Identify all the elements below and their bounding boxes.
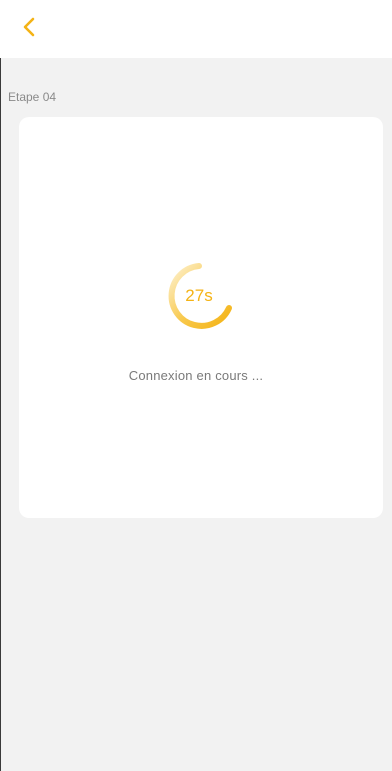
window-edge: [0, 0, 1, 771]
step-label: Etape 04: [8, 90, 57, 104]
chevron-left-icon: [23, 17, 35, 37]
connection-status-text: Connexion en cours ...: [128, 368, 264, 383]
countdown-timer: 27s: [185, 286, 213, 305]
top-app-bar: [0, 0, 392, 58]
back-button[interactable]: [14, 12, 44, 42]
